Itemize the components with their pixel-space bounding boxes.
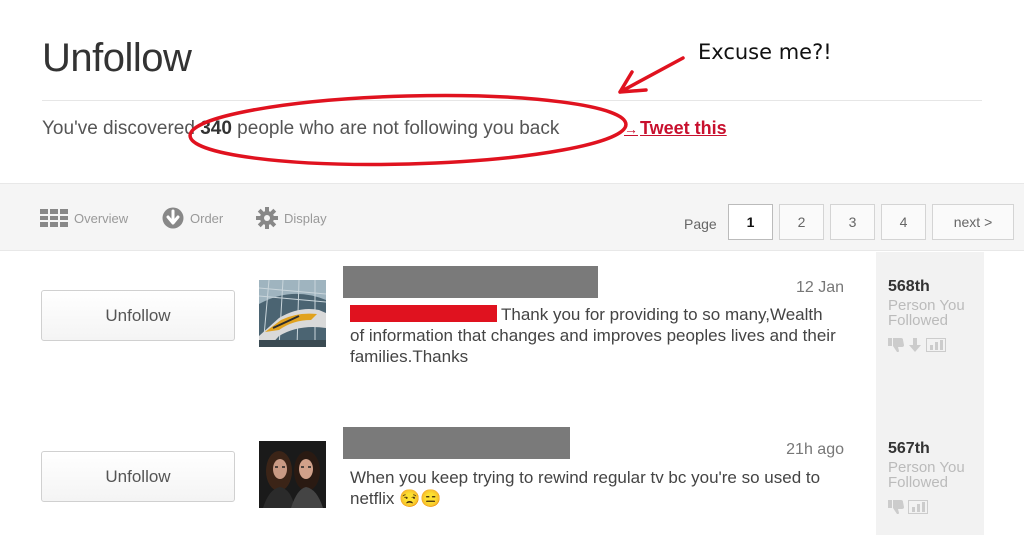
follow-rank-panel: 567th Person You Followed <box>876 414 984 535</box>
thumbs-down-icon[interactable] <box>888 338 904 352</box>
page-title: Unfollow <box>42 36 192 80</box>
discovery-headline: You've discovered 340 people who are not… <box>42 118 559 140</box>
list-item: Unfollow 21h ago When you keep trying to… <box>0 414 1024 535</box>
rank-actions <box>888 500 928 514</box>
tweet-this-link[interactable]: → Tweet this <box>624 118 727 139</box>
unfollow-button[interactable]: Unfollow <box>41 290 235 341</box>
redacted-username <box>343 427 570 459</box>
tweet-time: 21h ago <box>786 441 844 458</box>
avatar[interactable] <box>259 280 326 347</box>
order-button[interactable]: Order <box>162 206 223 230</box>
follow-rank: 567th <box>888 440 930 457</box>
annotation-text: Excuse me?! <box>698 40 832 64</box>
headline-prefix: You've discovered <box>42 118 201 139</box>
page-3-button[interactable]: 3 <box>830 204 875 240</box>
follow-rank-caption: Person You Followed <box>888 297 965 329</box>
page-2-button[interactable]: 2 <box>779 204 824 240</box>
redacted-mention <box>350 305 497 322</box>
title-divider <box>42 100 982 101</box>
arrow-down-circle-icon <box>162 207 184 229</box>
tweet-this-label: Tweet this <box>640 118 727 138</box>
tweet-text: When you keep trying to rewind regular t… <box>350 468 821 508</box>
tweet-text: Thank you for providing to so many,Wealt… <box>350 304 840 367</box>
tweet-time: 12 Jan <box>795 279 844 296</box>
thumbs-down-icon[interactable] <box>888 500 904 514</box>
redacted-username <box>343 266 598 298</box>
follow-rank: 568th <box>888 278 930 295</box>
tweet-arrow: → <box>624 121 638 137</box>
display-button[interactable]: Display <box>256 206 327 230</box>
order-label: Order <box>190 210 224 226</box>
page-1-button[interactable]: 1 <box>728 204 773 240</box>
bar-chart-icon[interactable] <box>908 500 928 514</box>
follow-rank-panel: 568th Person You Followed <box>876 252 984 414</box>
annotation-arrow <box>618 56 685 94</box>
page-4-button[interactable]: 4 <box>881 204 926 240</box>
display-label: Display <box>284 210 327 226</box>
unfollow-button[interactable]: Unfollow <box>41 451 235 502</box>
down-arrow-icon[interactable] <box>908 338 922 352</box>
headline-suffix: people who are not following you back <box>231 118 560 139</box>
gear-icon <box>256 207 278 229</box>
avatar[interactable] <box>259 441 326 508</box>
overview-button[interactable]: Overview <box>40 206 128 230</box>
overview-label: Overview <box>74 210 129 226</box>
follow-rank-caption: Person You Followed <box>888 459 965 491</box>
unfollower-count: 340 <box>200 118 232 139</box>
grid-icon <box>40 209 68 227</box>
list-item: Unfollow 12 Jan Thank you for providing … <box>0 252 1024 414</box>
next-page-button[interactable]: next > <box>932 204 1014 240</box>
page-label: Page <box>684 216 717 232</box>
rank-actions <box>888 338 946 352</box>
toolbar: Overview Order Display Page 1 2 3 4 next… <box>0 183 1024 251</box>
bar-chart-icon[interactable] <box>926 338 946 352</box>
